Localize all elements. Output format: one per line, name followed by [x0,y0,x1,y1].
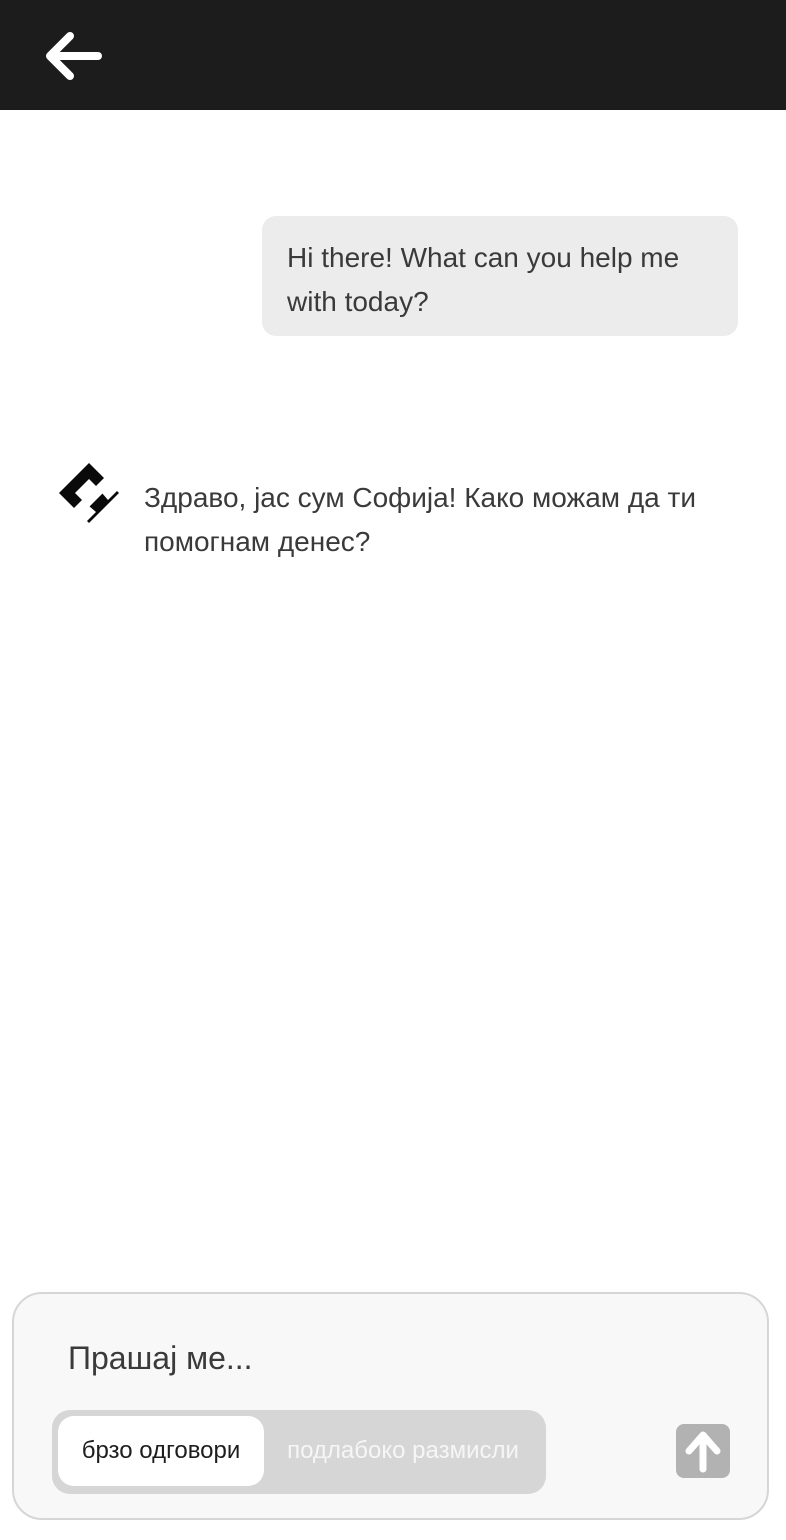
arrow-up-icon [685,1431,721,1473]
mode-toggle: брзо одговори подлабоко размисли [52,1410,546,1494]
mode-think-deeper[interactable]: подлабоко размисли [272,1416,534,1486]
mode-quick-answer[interactable]: брзо одговори [58,1416,264,1486]
send-button[interactable] [676,1424,730,1478]
user-message: Hi there! What can you help me with toda… [262,216,738,336]
bot-message: Здраво, јас сум Софија! Како можам да ти… [144,482,696,557]
diamond-logo-icon [59,463,122,526]
composer: брзо одговори подлабоко размисли [12,1292,769,1520]
bot-avatar [56,460,122,526]
back-button[interactable] [36,24,108,88]
arrow-left-icon [46,32,102,80]
prompt-input[interactable] [68,1332,688,1384]
top-bar [0,0,786,110]
